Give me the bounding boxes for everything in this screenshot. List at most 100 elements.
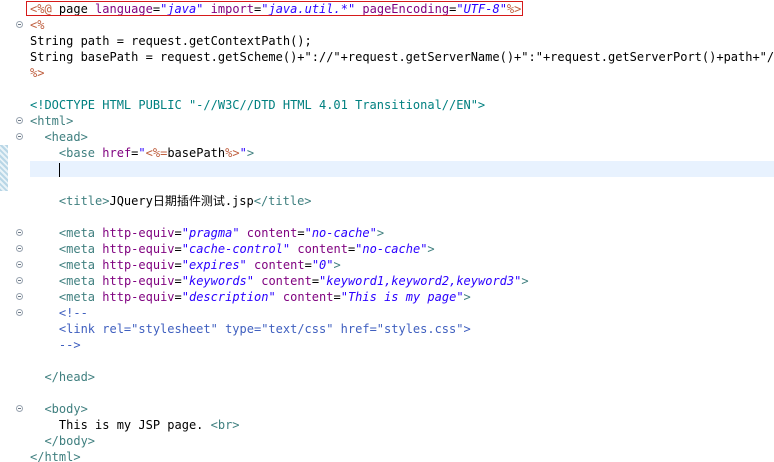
code-line[interactable]: </head>: [30, 369, 774, 385]
code-line[interactable]: <%: [30, 17, 774, 33]
code-token: "no-cache": [304, 226, 377, 240]
code-token: >: [333, 258, 341, 272]
fold-toggle-icon[interactable]: [16, 405, 23, 412]
code-token: >: [427, 242, 435, 256]
code-line[interactable]: [30, 385, 774, 401]
code-line[interactable]: <meta http-equiv="keywords" content="key…: [30, 273, 774, 289]
code-editor[interactable]: <%@ page language="java" import="java.ut…: [0, 0, 774, 462]
code-line[interactable]: <html>: [30, 113, 774, 129]
code-token: http-equiv: [102, 290, 175, 304]
code-token: ": [239, 146, 247, 160]
code-token: =: [311, 274, 320, 288]
fold-toggle-icon[interactable]: [16, 293, 23, 300]
code-token: <!DOCTYPE HTML PUBLIC "-//W3C//DTD HTML …: [30, 98, 486, 112]
code-line[interactable]: <meta http-equiv="cache-control" content…: [30, 241, 774, 257]
code-token: "no-cache": [355, 242, 428, 256]
code-token: <br>: [210, 418, 240, 432]
code-line[interactable]: <link rel="stylesheet" type="text/css" h…: [30, 321, 774, 337]
fold-toggle-icon[interactable]: [16, 133, 23, 140]
code-line[interactable]: <head>: [30, 129, 774, 145]
code-line[interactable]: <title>JQuery日期插件测试.jsp</title>: [30, 193, 774, 209]
fold-toggle-icon[interactable]: [16, 229, 23, 236]
code-token: <head>: [44, 130, 88, 144]
code-line[interactable]: %>: [30, 65, 774, 81]
code-line[interactable]: <body>: [30, 401, 774, 417]
code-line[interactable]: -->: [30, 337, 774, 353]
code-line[interactable]: <!DOCTYPE HTML PUBLIC "-//W3C//DTD HTML …: [30, 97, 774, 113]
code-line[interactable]: [30, 81, 774, 97]
code-line[interactable]: <meta http-equiv="expires" content="0">: [30, 257, 774, 273]
fold-toggle-icon[interactable]: [16, 21, 23, 28]
code-token: <%: [30, 18, 45, 32]
code-token: ": [138, 146, 146, 160]
code-token: =: [174, 274, 182, 288]
code-token: =: [333, 290, 341, 304]
code-token: =: [174, 290, 182, 304]
code-token: This is my JSP page.: [58, 418, 211, 432]
code-token: basePath: [167, 146, 226, 160]
code-token: JQuery日期插件测试.jsp: [109, 194, 254, 208]
code-token: <title>: [58, 194, 110, 208]
code-token: %>: [30, 66, 45, 80]
fold-toggle-icon[interactable]: [16, 261, 23, 268]
code-token: >: [246, 146, 255, 160]
quick-diff-marker: [0, 145, 8, 191]
code-token: http-equiv: [102, 242, 175, 256]
code-line[interactable]: String path = request.getContextPath();: [30, 33, 774, 49]
code-token: </html>: [30, 450, 81, 462]
code-token: =: [174, 258, 182, 272]
code-token: =: [174, 242, 182, 256]
code-token: content: [261, 274, 312, 288]
code-token: <meta: [58, 274, 103, 288]
fold-toggle-icon[interactable]: [16, 309, 23, 316]
code-token: <%=: [145, 146, 168, 160]
code-token: <link rel="stylesheet" type="text/css" h…: [58, 322, 471, 336]
code-line[interactable]: <!--: [30, 305, 774, 321]
code-token: "description": [181, 290, 276, 304]
code-token: "pragma": [181, 226, 240, 240]
code-line[interactable]: </body>: [30, 433, 774, 449]
code-token: href: [102, 146, 132, 160]
code-line[interactable]: <meta http-equiv="pragma" content="no-ca…: [30, 225, 774, 241]
code-token: content: [282, 290, 334, 304]
highlight-box: [26, 1, 523, 16]
code-area[interactable]: <%@ page language="java" import="java.ut…: [30, 1, 774, 462]
code-token: %>: [225, 146, 240, 160]
code-line[interactable]: [30, 177, 774, 193]
code-token: >: [521, 274, 529, 288]
code-line[interactable]: <meta http-equiv="description" content="…: [30, 289, 774, 305]
code-token: http-equiv: [102, 258, 175, 272]
code-token: -->: [58, 338, 81, 352]
code-token: content: [254, 258, 305, 272]
code-token: "0": [311, 258, 334, 272]
code-token: String path = request.getContextPath();: [30, 34, 312, 48]
code-line[interactable]: String basePath = request.getScheme()+":…: [30, 49, 774, 65]
code-token: "keyword1,keyword2,keyword3": [319, 274, 522, 288]
fold-toggle-icon[interactable]: [16, 277, 23, 284]
fold-toggle-icon[interactable]: [16, 117, 23, 124]
current-code-line[interactable]: [30, 161, 774, 177]
code-token: <base: [58, 146, 103, 160]
code-token: <html>: [30, 114, 74, 128]
fold-toggle-icon[interactable]: [16, 245, 23, 252]
code-line[interactable]: [30, 209, 774, 225]
code-line[interactable]: [30, 353, 774, 369]
code-token: </title>: [253, 194, 312, 208]
code-token: >: [376, 226, 385, 240]
code-line[interactable]: <base href="<%=basePath%>">: [30, 145, 774, 161]
code-line[interactable]: This is my JSP page. <br>: [30, 417, 774, 433]
code-line[interactable]: </html>: [30, 449, 774, 462]
